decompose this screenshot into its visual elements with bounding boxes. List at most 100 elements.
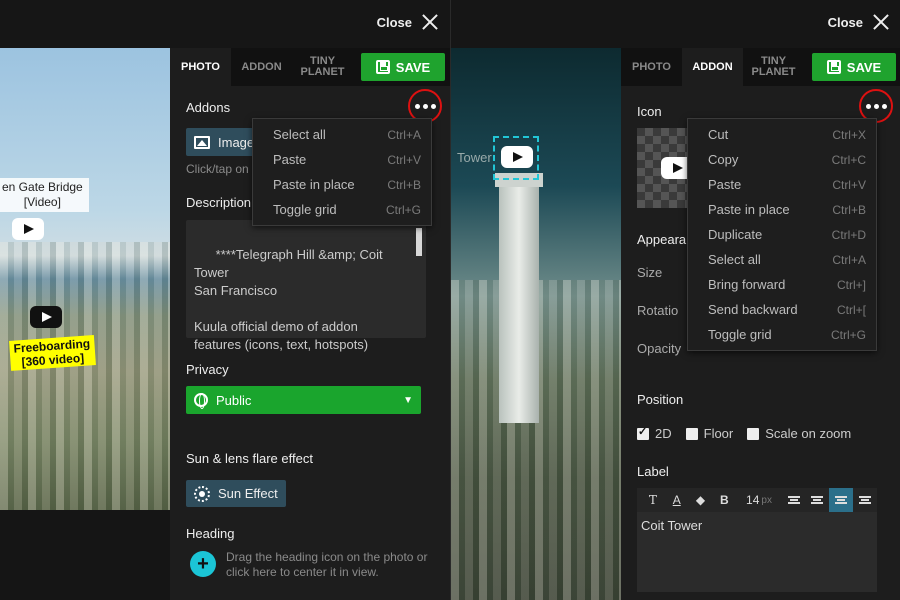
menu-shortcut: Ctrl+G [830,327,866,342]
checkbox-floor[interactable] [685,427,698,440]
menu-item-paste-in-place[interactable]: Paste in place Ctrl+B [688,197,876,222]
menu-item-duplicate[interactable]: Duplicate Ctrl+D [688,222,876,247]
label-textarea[interactable]: Coit Tower [637,512,877,592]
city-layer [0,242,170,510]
video-hotspot-icon[interactable] [12,218,44,240]
heading-title: Heading [186,526,235,541]
icon-title: Icon [637,104,662,119]
menu-label: Paste [273,152,307,167]
menu-item-paste[interactable]: Paste Ctrl+V [253,147,431,172]
menu-shortcut: Ctrl+V [387,152,421,167]
context-menu: Select all Ctrl+A Paste Ctrl+V Paste in pl… [252,118,432,226]
tab-tiny-planet[interactable]: TINY PLANET [292,48,353,86]
addons-title: Addons [186,100,231,115]
top-bar: Close [451,0,900,48]
menu-item-select-all[interactable]: Select all Ctrl+A [253,122,431,147]
position-title: Position [637,392,684,407]
globe-icon [194,393,208,409]
menu-shortcut: Ctrl+X [832,127,866,142]
save-label: SAVE [395,59,431,75]
heading-hint[interactable]: Drag the heading icon on the photo or cl… [226,550,436,580]
hotspot-label-bridge[interactable]: en Gate Bridge [Video] [0,178,89,212]
checkbox-floor-label: Floor [703,426,734,441]
privacy-value: Public [216,392,252,408]
close-button[interactable]: Close [377,14,438,30]
tab-photo[interactable]: PHOTO [170,48,231,86]
menu-item-bring-forward[interactable]: Bring forward Ctrl+] [688,272,876,297]
image-icon [194,135,210,149]
sun-icon [194,485,210,502]
close-button[interactable]: Close [828,14,889,30]
checkbox-scale-on-zoom[interactable] [747,427,760,440]
left-screen: Close en Gate Bridge [Video] Freeboardin… [0,0,450,600]
menu-label: Send backward [708,302,798,317]
size-label: Size [637,265,663,280]
save-button[interactable]: SAVE [812,53,896,81]
right-screen: Close Tower PHOTO ADDON TINY PLANET SAVE… [450,0,900,600]
tab-addon[interactable]: ADDON [231,48,292,86]
label-text: Coit Tower [641,518,703,533]
text-color-icon[interactable]: A [665,488,689,512]
tab-photo[interactable]: PHOTO [621,48,682,86]
checkbox-scale-label: Scale on zoom [765,426,852,441]
menu-label: Duplicate [708,227,763,242]
checkbox-2d[interactable] [637,425,649,440]
close-label: Close [827,14,863,30]
menu-label: Select all [273,127,326,142]
dot-icon [414,103,420,109]
textarea-scrollbar[interactable] [416,228,422,256]
menu-shortcut: Ctrl+D [831,227,866,242]
dot-icon [873,103,879,109]
video-hotspot-icon[interactable] [30,306,62,328]
fill-color-icon[interactable]: ◆ [689,488,713,512]
dot-icon [881,103,887,109]
menu-item-copy[interactable]: Copy Ctrl+C [688,147,876,172]
menu-item-cut[interactable]: Cut Ctrl+X [688,122,876,147]
align-right-icon[interactable] [853,488,877,512]
menu-item-paste-in-place[interactable]: Paste in place Ctrl+B [253,172,431,197]
menu-shortcut: Ctrl+A [832,252,866,267]
align-middle-icon[interactable] [806,488,830,512]
menu-label: Paste in place [708,202,790,217]
image-button-label: Image [218,134,255,150]
photo-viewport[interactable]: Tower [451,48,621,600]
font-family-icon[interactable]: T [641,488,665,512]
save-button[interactable]: SAVE [361,53,445,81]
rotation-label: Rotatio [637,303,679,318]
menu-item-toggle-grid[interactable]: Toggle grid Ctrl+G [253,197,431,222]
tab-bar: PHOTO ADDON TINY PLANET SAVE [170,48,450,86]
font-size-input[interactable]: 14 px [736,488,782,512]
menu-shortcut: Ctrl+B [832,202,866,217]
dot-icon [865,103,871,109]
menu-item-toggle-grid[interactable]: Toggle grid Ctrl+G [688,322,876,347]
menu-shortcut: Ctrl+[ [836,302,866,317]
position-options: 2D Floor Scale on zoom [637,425,852,441]
description-textarea[interactable]: ****Telegraph Hill &amp; Coit Tower San … [186,220,426,352]
tab-addon[interactable]: ADDON [682,48,743,86]
privacy-select[interactable]: Public ▼ [186,386,421,414]
dot-icon [422,103,428,109]
video-hotspot-icon[interactable] [501,146,533,168]
menu-label: Toggle grid [708,327,772,342]
heading-compass-icon[interactable] [190,551,216,577]
floppy-disk-icon [375,60,390,74]
tab-tiny-planet[interactable]: TINY PLANET [743,48,804,86]
hotspot-label-freeboarding[interactable]: Freeboarding [360 video] [9,335,96,371]
menu-label: Bring forward [708,277,786,292]
bold-icon[interactable]: B [712,488,736,512]
label-title: Label [637,464,669,479]
menu-shortcut: Ctrl+G [385,202,421,217]
sun-effect-button[interactable]: Sun Effect [186,480,286,507]
menu-item-paste[interactable]: Paste Ctrl+V [688,172,876,197]
caret-down-icon: ▼ [403,394,413,406]
menu-label: Toggle grid [273,202,337,217]
align-top-icon[interactable] [782,488,806,512]
save-label: SAVE [846,59,882,75]
menu-label: Paste [708,177,742,192]
menu-item-select-all[interactable]: Select all Ctrl+A [688,247,876,272]
menu-item-send-backward[interactable]: Send backward Ctrl+[ [688,297,876,322]
align-center-icon[interactable] [829,488,854,512]
photo-viewport[interactable]: en Gate Bridge [Video] Freeboarding [360… [0,48,170,510]
hotspot-label-tower[interactable]: Tower [457,150,492,165]
menu-label: Cut [708,127,729,142]
